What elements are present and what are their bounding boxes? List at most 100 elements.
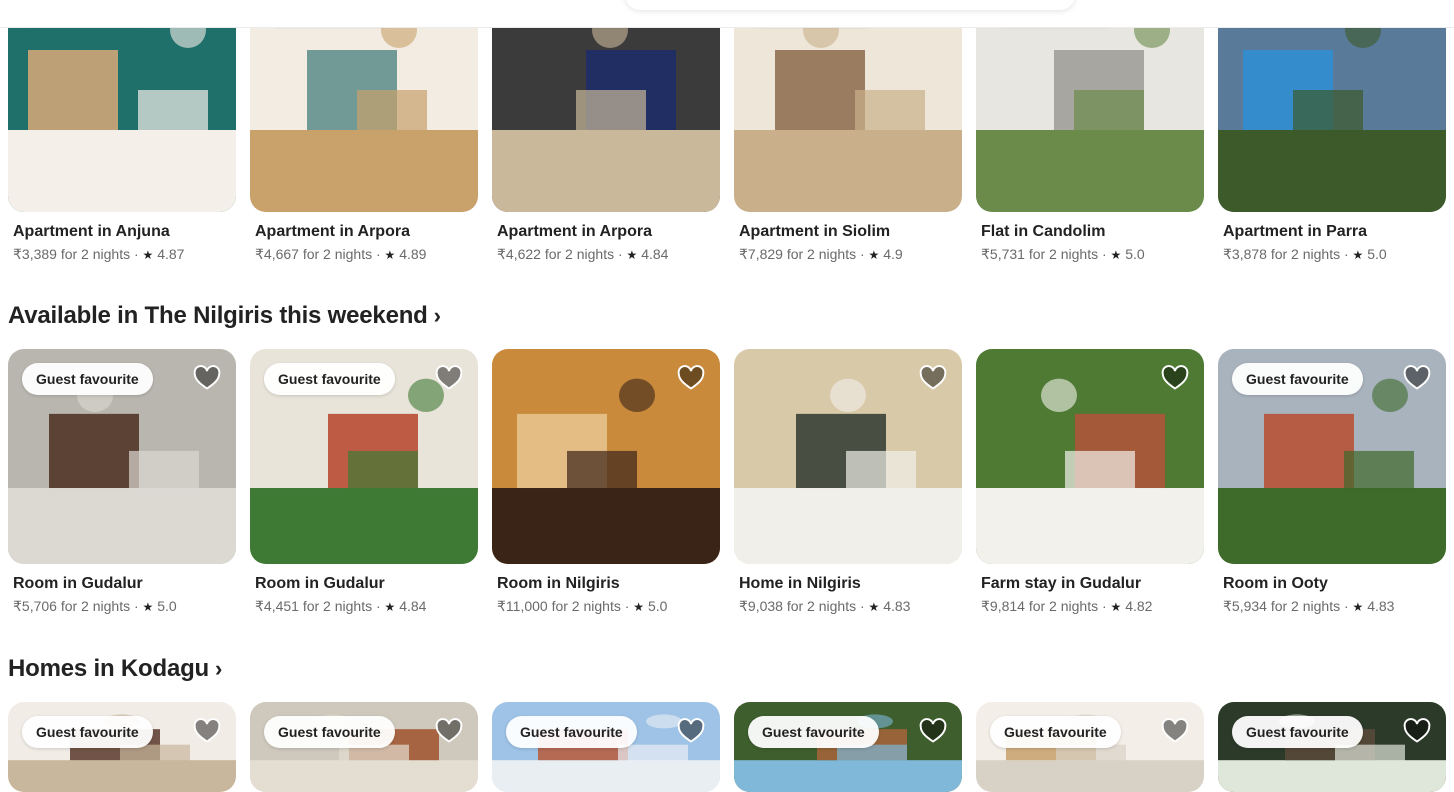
listing-title[interactable]: Apartment in Arpora: [255, 223, 410, 241]
listing-title[interactable]: Apartment in Anjuna: [13, 223, 170, 241]
listing-photo-frame[interactable]: Guest favourite: [976, 0, 1204, 212]
listing-photo-frame[interactable]: [734, 349, 962, 564]
listing-price: ₹3,878 for 2 nights: [1223, 246, 1341, 262]
listing-rating: 4.84: [395, 598, 427, 614]
heart-icon[interactable]: [192, 364, 222, 392]
listing-card[interactable]: Guest favourite Apartment in Anjuna ₹3,389…: [8, 0, 236, 262]
guest-favourite-badge: Guest favourite: [22, 716, 153, 748]
star-icon: ★: [384, 600, 396, 614]
listing-photo-frame[interactable]: Guest favourite: [492, 0, 720, 212]
listing-rating: 5.0: [644, 598, 668, 614]
listing-meta: ₹7,829 for 2 nights · ★ 4.9: [739, 246, 903, 263]
listing-title[interactable]: Flat in Candolim: [981, 223, 1105, 241]
listing-meta: ₹11,000 for 2 nights · ★ 5.0: [497, 598, 667, 615]
listing-photo: [8, 0, 236, 212]
star-icon: ★: [626, 248, 638, 262]
listing-card[interactable]: Guest favourite Room in Gudalur ₹5,706 for…: [8, 349, 236, 614]
top-header-bar: [0, 0, 1454, 28]
heart-icon[interactable]: [918, 364, 948, 392]
listing-price: ₹5,934 for 2 nights: [1223, 598, 1341, 614]
listing-price: ₹4,451 for 2 nights: [255, 598, 373, 614]
meta-separator: ·: [372, 246, 385, 262]
section-title-kodagu[interactable]: Homes in Kodagu ›: [8, 655, 222, 683]
listing-price: ₹5,731 for 2 nights: [981, 246, 1099, 262]
search-bar[interactable]: [625, 0, 1075, 10]
listing-rating: 4.82: [1121, 598, 1153, 614]
listing-photo-frame[interactable]: Guest favourite: [1218, 349, 1446, 564]
listing-photo-frame[interactable]: Guest favourite: [250, 349, 478, 564]
listing-photo-frame[interactable]: Guest favourite: [8, 0, 236, 212]
listing-card[interactable]: Farm stay in Gudalur ₹9,814 for 2 nights …: [976, 349, 1204, 614]
guest-favourite-badge: Guest favourite: [1232, 716, 1363, 748]
star-icon: ★: [142, 248, 154, 262]
guest-favourite-badge: Guest favourite: [506, 716, 637, 748]
listing-rating: 4.87: [153, 246, 185, 262]
heart-icon[interactable]: [1160, 364, 1190, 392]
listing-title[interactable]: Apartment in Siolim: [739, 223, 890, 241]
listing-photo-frame[interactable]: [976, 349, 1204, 564]
heart-icon[interactable]: [434, 717, 464, 745]
listing-card[interactable]: Guest favourite Apartment in Parra ₹3,878 …: [1218, 0, 1446, 262]
listing-photo-frame[interactable]: Guest favourite: [250, 0, 478, 212]
heart-icon[interactable]: [1402, 717, 1432, 745]
guest-favourite-badge: Guest favourite: [748, 716, 879, 748]
listing-title[interactable]: Room in Ooty: [1223, 575, 1328, 593]
chevron-right-icon[interactable]: ›: [434, 303, 441, 328]
listing-price: ₹9,038 for 2 nights: [739, 598, 857, 614]
listing-rating: 4.9: [879, 246, 903, 262]
heart-icon[interactable]: [1160, 717, 1190, 745]
star-icon: ★: [142, 600, 154, 614]
listing-card[interactable]: Guest favourite Apartment in Arpora ₹4,667…: [250, 0, 478, 262]
listing-photo: [976, 0, 1204, 212]
heart-icon[interactable]: [918, 717, 948, 745]
heart-icon[interactable]: [676, 364, 706, 392]
listing-title[interactable]: Home in Nilgiris: [739, 575, 861, 593]
meta-separator: ·: [856, 246, 869, 262]
listing-title[interactable]: Room in Gudalur: [13, 575, 143, 593]
heart-icon[interactable]: [676, 717, 706, 745]
listing-price: ₹4,667 for 2 nights: [255, 246, 373, 262]
listing-meta: ₹3,389 for 2 nights · ★ 4.87: [13, 246, 184, 263]
listing-card[interactable]: Home in Nilgiris ₹9,038 for 2 nights · ★ …: [734, 349, 962, 614]
listing-title[interactable]: Room in Gudalur: [255, 575, 385, 593]
meta-separator: ·: [1340, 598, 1353, 614]
heart-icon[interactable]: [434, 364, 464, 392]
heart-icon[interactable]: [192, 717, 222, 745]
listing-price: ₹11,000 for 2 nights: [497, 598, 621, 614]
listing-title[interactable]: Apartment in Arpora: [497, 223, 652, 241]
listing-meta: ₹5,731 for 2 nights · ★ 5.0: [981, 246, 1145, 263]
listing-rating: 4.89: [395, 246, 427, 262]
listing-card[interactable]: Guest favourite Room in Ooty ₹5,934 for 2 …: [1218, 349, 1446, 614]
listing-rating: 5.0: [1121, 246, 1145, 262]
listing-photo: [250, 0, 478, 212]
listing-photo: [492, 0, 720, 212]
listing-title[interactable]: Farm stay in Gudalur: [981, 575, 1141, 593]
star-icon: ★: [1352, 248, 1364, 262]
guest-favourite-badge: Guest favourite: [264, 716, 395, 748]
listing-card[interactable]: Guest favourite Apartment in Siolim ₹7,829…: [734, 0, 962, 262]
listing-title[interactable]: Room in Nilgiris: [497, 575, 620, 593]
listing-rating: 5.0: [153, 598, 177, 614]
section-title-text[interactable]: Available in The Nilgiris this weekend: [8, 302, 428, 329]
meta-separator: ·: [614, 246, 627, 262]
listing-meta: ₹4,622 for 2 nights · ★ 4.84: [497, 246, 668, 263]
listing-photo-frame[interactable]: Guest favourite: [734, 0, 962, 212]
listing-card[interactable]: Guest favourite Room in Gudalur ₹4,451 for…: [250, 349, 478, 614]
listing-meta: ₹5,934 for 2 nights · ★ 4.83: [1223, 598, 1394, 615]
star-icon: ★: [633, 600, 645, 614]
heart-icon[interactable]: [1402, 364, 1432, 392]
listing-card[interactable]: Room in Nilgiris ₹11,000 for 2 nights · ★…: [492, 349, 720, 614]
section-title-text[interactable]: Homes in Kodagu: [8, 655, 209, 682]
listing-rating: 4.83: [1363, 598, 1395, 614]
listing-card[interactable]: Guest favourite Apartment in Arpora ₹4,622…: [492, 0, 720, 262]
listing-card[interactable]: Guest favourite Flat in Candolim ₹5,731 fo…: [976, 0, 1204, 262]
star-icon: ★: [1110, 600, 1122, 614]
listing-photo-frame[interactable]: Guest favourite: [8, 349, 236, 564]
listing-rating: 5.0: [1363, 246, 1387, 262]
chevron-right-icon[interactable]: ›: [215, 656, 222, 681]
section-title-nilgiris[interactable]: Available in The Nilgiris this weekend ›: [8, 302, 441, 330]
listing-photo-frame[interactable]: [492, 349, 720, 564]
listing-photo: [734, 0, 962, 212]
listing-title[interactable]: Apartment in Parra: [1223, 223, 1367, 241]
listing-photo-frame[interactable]: Guest favourite: [1218, 0, 1446, 212]
